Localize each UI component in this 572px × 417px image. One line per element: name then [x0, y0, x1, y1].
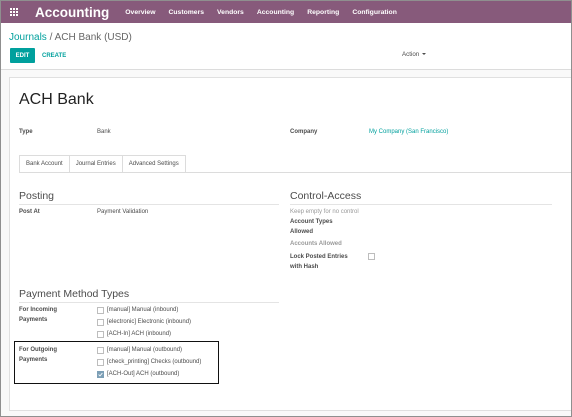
incoming-method-manual[interactable]: [manual] Manual (inbound)	[97, 305, 178, 315]
tab-advanced-settings[interactable]: Advanced Settings	[121, 155, 186, 173]
journal-title: ACH Bank	[19, 91, 94, 108]
menu-overview[interactable]: Overview	[125, 9, 155, 16]
tab-journal-entries[interactable]: Journal Entries	[68, 155, 123, 173]
control-access-hint: Keep empty for no control	[290, 209, 359, 215]
company-link[interactable]: My Company (San Francisco)	[369, 127, 448, 137]
menu-reporting[interactable]: Reporting	[307, 9, 339, 16]
type-label: Type	[19, 129, 33, 135]
action-label: Action	[402, 51, 420, 58]
posting-divider	[19, 204, 279, 205]
tab-divider	[19, 172, 572, 173]
breadcrumb-separator: /	[49, 32, 53, 43]
account-types-label: Account Types Allowed	[290, 219, 333, 235]
incoming-method-ach[interactable]: [ACH-In] ACH (inbound)	[97, 329, 171, 339]
tab-bank-account[interactable]: Bank Account	[19, 155, 70, 173]
menu-configuration[interactable]: Configuration	[352, 9, 397, 16]
accounts-allowed-label: Accounts Allowed	[290, 241, 342, 247]
method-label: [ACH-In] ACH (inbound)	[107, 331, 172, 337]
lock-posted-label: Lock Posted Entries with Hash	[290, 254, 348, 270]
type-value: Bank	[97, 129, 111, 135]
checkbox[interactable]	[97, 306, 104, 314]
posting-section-title: Posting	[19, 190, 55, 202]
lock-posted-checkbox[interactable]	[368, 253, 375, 260]
caret-down-icon	[422, 53, 427, 56]
breadcrumb-current: ACH Bank (USD)	[54, 32, 132, 43]
payment-methods-divider	[19, 302, 279, 303]
breadcrumb-journals[interactable]: Journals	[9, 32, 47, 43]
menu-accounting[interactable]: Accounting	[257, 9, 294, 16]
create-button[interactable]: CREATE	[42, 48, 66, 63]
control-access-divider	[290, 204, 552, 205]
apps-grid-icon[interactable]	[3, 1, 25, 23]
control-panel: Journals / ACH Bank (USD) EDIT CREATE Ac…	[1, 23, 571, 70]
app-brand[interactable]: Accounting	[35, 5, 109, 20]
menu-vendors[interactable]: Vendors	[217, 9, 244, 16]
top-navbar: Accounting Overview Customers Vendors Ac…	[1, 1, 571, 23]
payment-methods-section-title: Payment Method Types	[19, 288, 130, 300]
method-label: [manual] Manual (inbound)	[107, 307, 179, 313]
highlight-outgoing-payments	[14, 341, 219, 384]
incoming-method-electronic[interactable]: [electronic] Electronic (inbound)	[97, 317, 191, 327]
company-label: Company	[290, 129, 318, 135]
incoming-payments-label: For Incoming Payments	[19, 307, 57, 323]
menu-customers[interactable]: Customers	[168, 9, 204, 16]
checkbox[interactable]	[97, 318, 104, 326]
action-dropdown[interactable]: Action	[402, 51, 427, 58]
form-tabs: Bank Account Journal Entries Advanced Se…	[19, 155, 186, 173]
control-access-section-title: Control-Access	[290, 190, 362, 202]
breadcrumb: Journals / ACH Bank (USD)	[9, 32, 132, 43]
edit-button[interactable]: EDIT	[10, 48, 35, 63]
checkbox[interactable]	[97, 330, 104, 338]
method-label: [electronic] Electronic (inbound)	[107, 319, 192, 325]
post-at-label: Post At	[19, 209, 40, 215]
post-at-value[interactable]: Payment Validation	[97, 207, 148, 217]
